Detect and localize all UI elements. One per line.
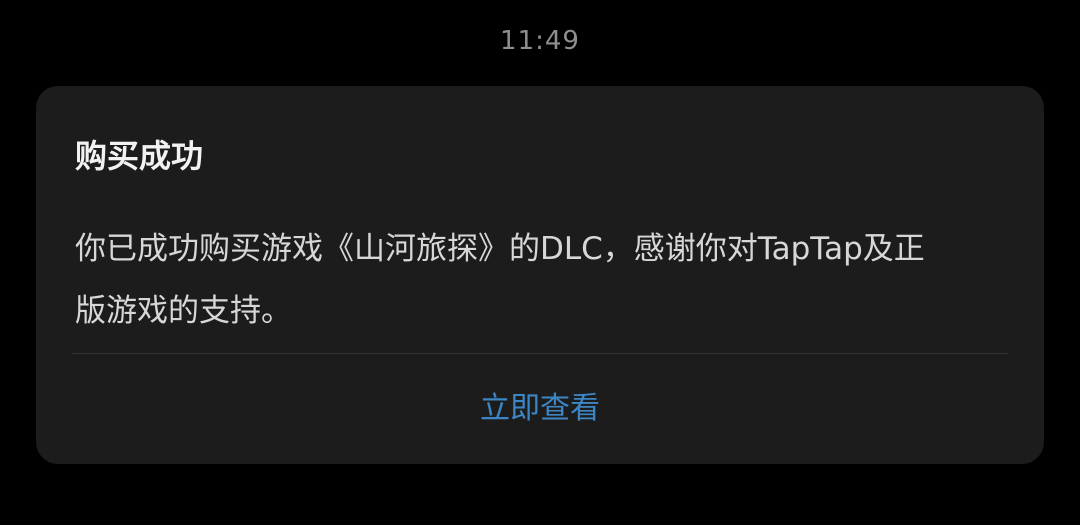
view-now-button[interactable]: 立即查看 xyxy=(36,354,1044,464)
dialog-title: 购买成功 xyxy=(75,137,204,175)
purchase-success-dialog: 购买成功 你已成功购买游戏《山河旅探》的DLC，感谢你对TapTap及正版游戏的… xyxy=(36,86,1044,464)
dialog-message: 你已成功购买游戏《山河旅探》的DLC，感谢你对TapTap及正版游戏的支持。 xyxy=(75,231,925,329)
status-bar-time: 11:49 xyxy=(500,26,580,56)
screen: 11:49 购买成功 你已成功购买游戏《山河旅探》的DLC，感谢你对TapTap… xyxy=(0,0,1080,525)
